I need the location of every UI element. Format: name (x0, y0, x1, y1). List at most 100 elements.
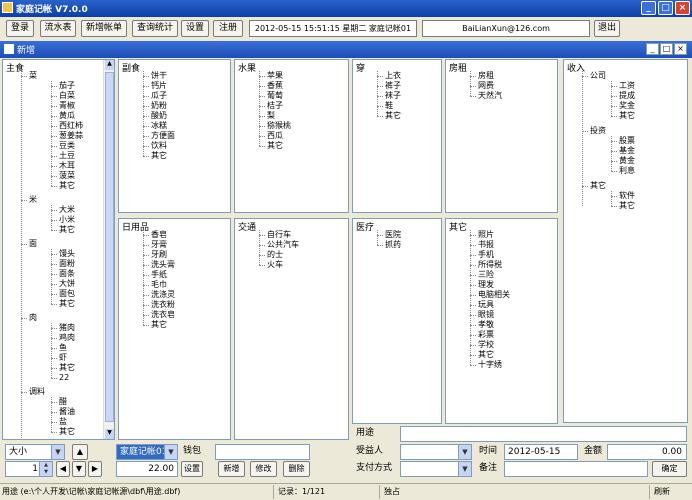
tree-group[interactable]: 调料 (29, 387, 45, 397)
edit-button[interactable]: 修改 (250, 461, 277, 477)
tree-node[interactable]: 所得税 (478, 260, 502, 270)
tree-node[interactable]: 其它 (267, 141, 283, 151)
bottom-settings-button[interactable]: 设置 (181, 461, 203, 477)
tree-node[interactable]: 洗衣皂 (151, 310, 175, 320)
tree-node[interactable]: 三险 (478, 270, 494, 280)
tree-node[interactable]: 股票 (619, 136, 635, 146)
tree-node[interactable]: 面条 (59, 269, 75, 279)
confirm-button[interactable]: 确定 (652, 461, 687, 477)
ledger-button[interactable]: 流水表 (40, 20, 76, 37)
tree-node[interactable]: 书报 (478, 240, 494, 250)
tree-node[interactable]: 十字绣 (478, 360, 502, 370)
tree-node[interactable]: 木耳 (59, 161, 75, 171)
tree-income[interactable]: 收入 公司 工资 提成 奖金 其它 投资 股票 基金 黄金 利息 其它 软件 其它 (563, 59, 688, 423)
tree-node[interactable]: 洗头膏 (151, 260, 175, 270)
tree-node[interactable]: 孝敬 (478, 320, 494, 330)
tree-medical[interactable]: 医疗 医院 抓药 (352, 218, 442, 424)
tree-node[interactable]: 梨 (267, 111, 275, 121)
spin-field[interactable]: 1 ▲ ▼ (5, 461, 53, 477)
tree-node[interactable]: 茄子 (59, 81, 75, 91)
tree-node[interactable]: 瓜子 (151, 91, 167, 101)
tree-node[interactable]: 其它 (59, 225, 75, 235)
tree-node[interactable]: 网费 (478, 81, 494, 91)
chevron-down-icon[interactable]: ▼ (51, 445, 64, 459)
tree-node[interactable]: 香蕉 (267, 81, 283, 91)
tree-node[interactable]: 照片 (478, 230, 494, 240)
spin-arrows-icon[interactable]: ▲ ▼ (39, 462, 52, 476)
tree-node[interactable]: 青椒 (59, 101, 75, 111)
tree-node[interactable]: 桔子 (267, 101, 283, 111)
chevron-down-icon[interactable]: ▼ (164, 445, 177, 459)
query-stats-button[interactable]: 查询统计 (132, 20, 178, 37)
tree-node[interactable]: 袜子 (385, 91, 401, 101)
tree-node[interactable]: 毛巾 (151, 280, 167, 290)
tree-node[interactable]: 饼干 (151, 71, 167, 81)
tree-main-food[interactable]: 主食 ▲ ▼ 菜茄子 白菜 青椒 黄瓜 西红柿 葱姜蒜 豆类 土豆 木耳 菠菜 其它米大米 小米 其它面… (2, 59, 115, 440)
tree-node[interactable]: 醋 (59, 397, 67, 407)
size-select[interactable]: 大小 ▼ (5, 444, 65, 460)
tree-node[interactable]: 牙刷 (151, 250, 167, 260)
minimize-button[interactable]: _ (641, 1, 656, 15)
tree-node[interactable]: 黄金 (619, 156, 635, 166)
delete-button[interactable]: 删除 (283, 461, 310, 477)
chevron-down-icon[interactable]: ▼ (458, 462, 471, 476)
payee-select[interactable]: ▼ (400, 444, 472, 460)
tree-node[interactable]: 西瓜 (267, 131, 283, 141)
tree-node[interactable]: 小米 (59, 215, 75, 225)
tree-node[interactable]: 白菜 (59, 91, 75, 101)
prev-button[interactable]: ◀ (56, 461, 70, 477)
tree-node[interactable]: 软件 (619, 191, 635, 201)
tree-node[interactable]: 大饼 (59, 279, 75, 289)
tree-clothing[interactable]: 穿 上衣 裤子 袜子鞋其它 (352, 59, 442, 213)
tree-node[interactable]: 其它 (151, 320, 167, 330)
tree-node[interactable]: 工资 (619, 81, 635, 91)
maximize-button[interactable]: □ (658, 1, 673, 15)
tree-node[interactable]: 土豆 (59, 151, 75, 161)
tree-node[interactable]: 的士 (267, 250, 283, 260)
tree-other[interactable]: 其它 照片 书报 手机 所得税 三险 理发 电脑相关 玩具 眼镜 孝敬 彩票 学校 其它 十字绣 (445, 218, 558, 424)
tree-node[interactable]: 其它 (619, 201, 635, 211)
tree-node[interactable]: 钙片 (151, 81, 167, 91)
new-account-button[interactable]: 新增帐单 (81, 20, 127, 37)
down-arrow-button[interactable]: ▼ (72, 461, 86, 477)
tree-node[interactable]: 酱油 (59, 407, 75, 417)
tree-node[interactable]: 大米 (59, 205, 75, 215)
settings-button[interactable]: 设置 (181, 20, 209, 37)
tree-node[interactable]: 奶粉 (151, 101, 167, 111)
tree-group[interactable]: 菜 (29, 71, 37, 81)
tree-node[interactable]: 洗涤灵 (151, 290, 175, 300)
account-select[interactable]: 家庭记帐01 ▼ (116, 444, 178, 460)
tree-group[interactable]: 肉 (29, 313, 37, 323)
subwindow-restore-button[interactable]: □ (660, 43, 673, 55)
tree-node[interactable]: 鸡肉 (59, 333, 75, 343)
tree-rent[interactable]: 房租 房租 网费 天然汽 (445, 59, 558, 213)
tree-fruit[interactable]: 水果 苹果 香蕉 葡萄 桔子梨猕猴桃 西瓜 其它 (234, 59, 349, 213)
subwindow-minimize-button[interactable]: _ (646, 43, 659, 55)
tree-node[interactable]: 酸奶 (151, 111, 167, 121)
tree-node[interactable]: 其它 (59, 181, 75, 191)
tree-node[interactable]: 馒头 (59, 249, 75, 259)
tree-node[interactable]: 玩具 (478, 300, 494, 310)
tree-node[interactable]: 其它 (59, 427, 75, 437)
tree-node[interactable]: 裤子 (385, 81, 401, 91)
note-field[interactable] (504, 461, 648, 477)
tree-node[interactable]: 猕猴桃 (267, 121, 291, 131)
tree-node[interactable]: 22 (59, 373, 69, 383)
tree-node[interactable]: 菠菜 (59, 171, 75, 181)
usage-field[interactable] (400, 426, 687, 442)
login-button[interactable]: 登录 (6, 20, 34, 37)
tree-node[interactable]: 眼镜 (478, 310, 494, 320)
tree-node[interactable]: 理发 (478, 280, 494, 290)
add-button[interactable]: 新增 (218, 461, 245, 477)
tree-node[interactable]: 基金 (619, 146, 635, 156)
tree-node[interactable]: 西红柿 (59, 121, 83, 131)
tree-node[interactable]: 提成 (619, 91, 635, 101)
tree-node[interactable]: 鱼 (59, 343, 67, 353)
tree-node[interactable]: 葡萄 (267, 91, 283, 101)
tree-node[interactable]: 其它 (59, 363, 75, 373)
tree-node[interactable]: 手机 (478, 250, 494, 260)
next-button[interactable]: ▶ (88, 461, 102, 477)
tree-node[interactable]: 洗衣粉 (151, 300, 175, 310)
tree-group[interactable]: 面 (29, 239, 37, 249)
tree-node[interactable]: 公共汽车 (267, 240, 299, 250)
